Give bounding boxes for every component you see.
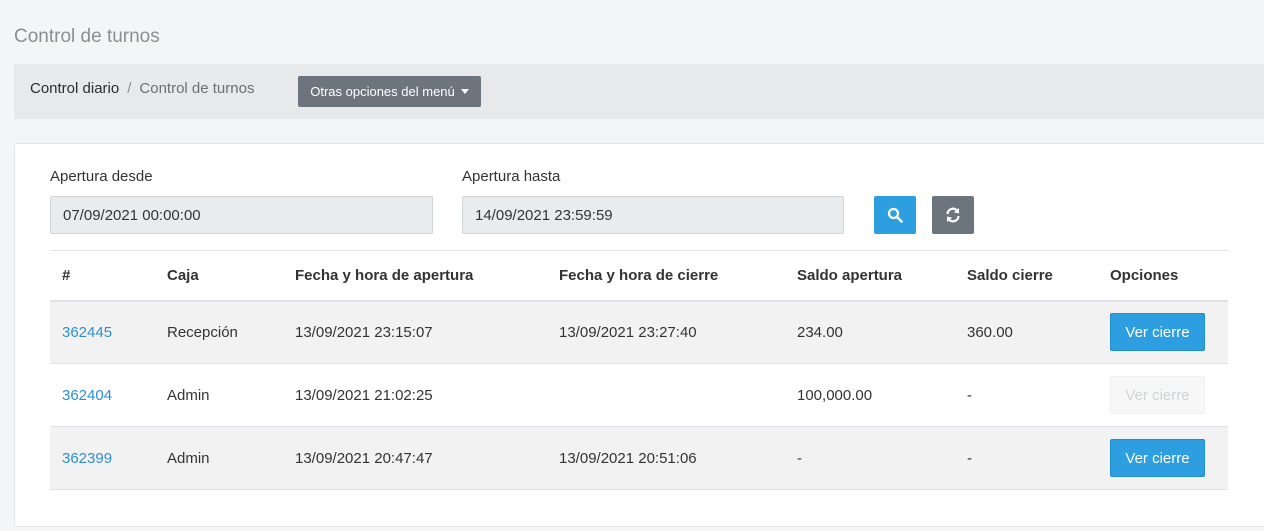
header-caja: Caja (167, 266, 199, 284)
shifts-table: # Caja Fecha y hora de apertura Fecha y … (50, 250, 1228, 490)
header-saldo-cierre: Saldo cierre (967, 266, 1053, 284)
to-label: Apertura hasta (462, 168, 561, 185)
caja-cell: Admin (167, 449, 210, 467)
ver-cierre-button[interactable]: Ver cierre (1110, 313, 1205, 352)
saldo-cierre-cell: 360.00 (967, 323, 1013, 341)
header-apertura: Fecha y hora de apertura (295, 266, 474, 284)
search-icon (887, 207, 903, 223)
caret-down-icon (460, 89, 469, 94)
from-date-input[interactable]: 07/09/2021 00:00:00 (50, 196, 433, 234)
caja-cell: Recepción (167, 323, 238, 341)
breadcrumb-link-control-diario[interactable]: Control diario (30, 80, 119, 97)
ver-cierre-button[interactable]: Ver cierre (1110, 439, 1205, 477)
saldo-apertura-cell: 100,000.00 (797, 386, 873, 404)
from-label: Apertura desde (50, 168, 153, 185)
breadcrumb: Control diario / Control de turnos (30, 80, 254, 97)
header-cierre: Fecha y hora de cierre (559, 266, 719, 284)
saldo-apertura-cell: 234.00 (797, 323, 843, 341)
apertura-cell: 13/09/2021 21:02:25 (295, 386, 433, 404)
header-saldo-apertura: Saldo apertura (797, 266, 903, 284)
cierre-cell: 13/09/2021 23:27:40 (559, 323, 697, 341)
header-id: # (62, 266, 71, 284)
shift-id-link[interactable]: 362445 (62, 324, 112, 341)
cierre-cell: 13/09/2021 20:51:06 (559, 449, 697, 467)
page-title: Control de turnos (14, 26, 160, 47)
saldo-cierre-cell: - (967, 386, 972, 404)
header-opciones: Opciones (1110, 266, 1179, 284)
table-row: 362399 Admin 13/09/2021 20:47:47 13/09/2… (50, 426, 1228, 490)
apertura-cell: 13/09/2021 20:47:47 (295, 449, 433, 467)
refresh-icon (946, 207, 960, 223)
apertura-cell: 13/09/2021 23:15:07 (295, 323, 433, 341)
search-button[interactable] (874, 196, 916, 234)
refresh-button[interactable] (932, 196, 974, 234)
cierre-cell (547, 364, 785, 427)
saldo-cierre-cell: - (967, 449, 972, 467)
table-row: 362404 Admin 13/09/2021 21:02:25 100,000… (50, 364, 1228, 427)
menu-button-label: Otras opciones del menú (310, 84, 455, 99)
shifts-card: Apertura desde 07/09/2021 00:00:00 Apert… (14, 143, 1264, 527)
shift-id-link[interactable]: 362399 (62, 450, 112, 467)
shift-id-link[interactable]: 362404 (62, 387, 112, 404)
table-header-row: # Caja Fecha y hora de apertura Fecha y … (50, 250, 1228, 301)
to-date-input[interactable]: 14/09/2021 23:59:59 (462, 196, 844, 234)
caja-cell: Admin (167, 386, 210, 404)
breadcrumb-separator: / (127, 80, 132, 97)
ver-cierre-button-disabled: Ver cierre (1110, 376, 1205, 414)
table-row: 362445 Recepción 13/09/2021 23:15:07 13/… (50, 300, 1228, 364)
breadcrumb-current: Control de turnos (139, 80, 255, 97)
breadcrumb-bar: Control diario / Control de turnos Otras… (14, 64, 1264, 119)
other-options-menu-button[interactable]: Otras opciones del menú (298, 76, 481, 107)
saldo-apertura-cell: - (797, 449, 802, 467)
